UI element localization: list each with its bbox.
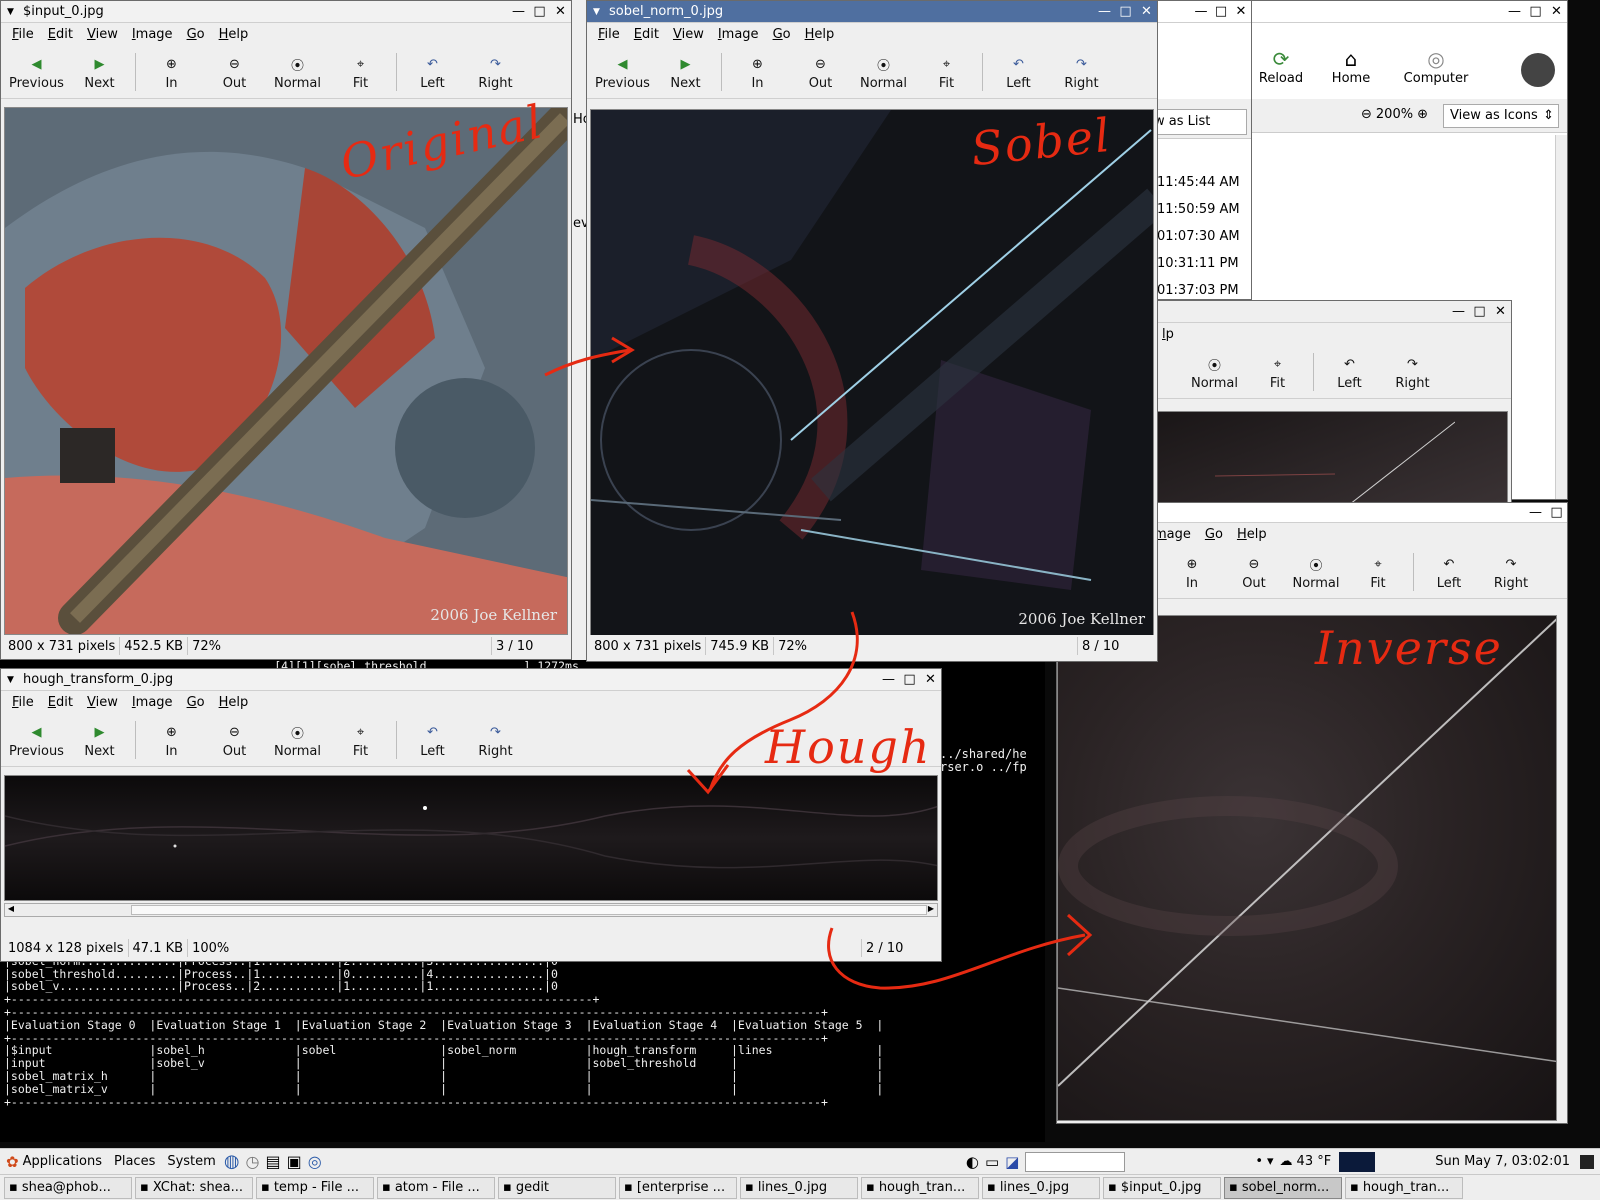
gnome-panel: ✿ Applications Places System ◍ ◷ ▤ ▣ ◎ ◐… [0,1148,1600,1174]
chevron-down-icon[interactable]: ▾ [1267,1154,1274,1169]
arrow-hough-to-inverse [827,927,1086,990]
app-icon: ▪ [987,1180,996,1195]
temperature[interactable]: 43 °F [1297,1154,1332,1169]
app-icon: ▪ [261,1180,270,1195]
app-icon: ▪ [140,1180,149,1195]
app-icon: ▪ [382,1180,391,1195]
taskbar-label: hough_tran... [1362,1180,1450,1195]
taskbar-label: lines_0.jpg [757,1180,828,1195]
arrowhead [686,764,730,795]
taskbar-label: shea@phob... [21,1180,111,1195]
taskbar-button[interactable]: ▪ temp - File ... [256,1176,374,1199]
launcher-icon[interactable]: ▣ [287,1152,302,1171]
applications-menu[interactable]: Applications [23,1154,102,1169]
taskbar-button[interactable]: ▪ shea@phob... [4,1176,132,1199]
taskbar-label: hough_tran... [878,1180,966,1195]
command-input[interactable] [1025,1151,1126,1172]
taskbar-label: XChat: shea... [152,1180,244,1195]
taskbar-button[interactable]: ▪ gedit [498,1176,616,1199]
taskbar-button[interactable]: ▪ $input_0.jpg [1103,1176,1221,1199]
launcher-icon[interactable]: ◪ [1005,1153,1019,1171]
places-menu[interactable]: Places [114,1154,155,1169]
app-icon: ▪ [745,1180,754,1195]
taskbar-button[interactable]: ▪ hough_tran... [861,1176,979,1199]
app-icon: ▪ [503,1180,512,1195]
gnome-foot-icon: ✿ [6,1152,19,1171]
taskbar-label: gedit [515,1180,550,1195]
window-list: ▪ shea@phob... ▪ XChat: shea... ▪ temp - File… [0,1174,1600,1200]
taskbar-label: $input_0.jpg [1120,1180,1202,1195]
clock-launcher-icon[interactable]: ◷ [246,1152,260,1171]
show-desktop-icon[interactable] [1580,1154,1594,1169]
taskbar-button[interactable]: ▪ atom - File ... [377,1176,495,1199]
arrow-original-to-sobel [544,348,631,377]
taskbar-label: [enterprise ... [636,1180,726,1195]
weather-icon: ☁ [1279,1154,1293,1169]
taskbar-button[interactable]: ▪ [enterprise ... [619,1176,737,1199]
taskbar-button[interactable]: ▪ lines_0.jpg [740,1176,858,1199]
arrow-sobel-to-hough [708,611,859,791]
web-browser-icon[interactable]: ◍ [224,1151,240,1172]
system-menu[interactable]: System [167,1154,215,1169]
taskbar-label: lines_0.jpg [999,1180,1070,1195]
app-icon: ▪ [624,1180,633,1195]
taskbar-label: sobel_norm... [1241,1180,1330,1195]
app-icon: ▪ [1350,1180,1359,1195]
launcher-icon[interactable]: ◐ [966,1153,979,1171]
app-icon: ▪ [866,1180,875,1195]
app-icon: ▪ [9,1180,18,1195]
app-icon: ▪ [1108,1180,1117,1195]
taskbar-label: atom - File ... [394,1180,480,1195]
taskbar-button[interactable]: ▪ XChat: shea... [135,1176,253,1199]
launcher-icon[interactable]: ▤ [266,1152,281,1171]
system-monitor[interactable] [1339,1151,1376,1172]
network-icon[interactable]: ◎ [308,1152,322,1171]
taskbar-button[interactable]: ▪ hough_tran... [1345,1176,1463,1199]
clock[interactable]: Sun May 7, 03:02:01 [1435,1154,1570,1169]
annotation-arrows [544,336,1093,990]
taskbar-button[interactable]: ▪ lines_0.jpg [982,1176,1100,1199]
taskbar-label: temp - File ... [273,1180,360,1195]
bullet-icon: • [1255,1154,1264,1169]
taskbar-button[interactable]: ▪ sobel_norm... [1224,1176,1342,1199]
app-icon: ▪ [1229,1180,1238,1195]
folder-icon[interactable]: ▭ [985,1153,999,1171]
